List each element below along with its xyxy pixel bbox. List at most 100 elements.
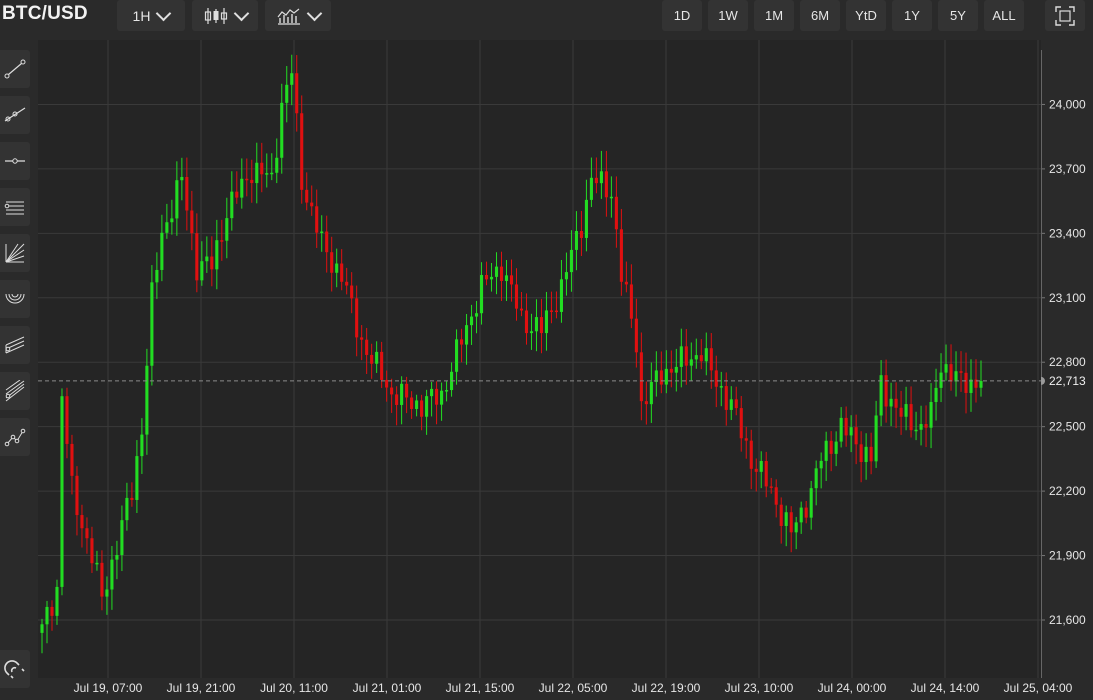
trend-line-tool[interactable] <box>0 50 30 88</box>
candle-body <box>509 275 514 285</box>
top-toolbar: BTC/USD 1H 1D 1W 1M 6M YtD 1Y 5Y ALL <box>0 0 1093 40</box>
candle-body <box>834 441 838 454</box>
candle-body <box>45 606 49 625</box>
candle-body <box>784 512 788 526</box>
price-axis: 21,600 21,900 22,200 22,500 22,800 23,100 23,4… <box>1037 40 1093 695</box>
candle-body <box>120 520 124 555</box>
arc-icon <box>5 293 25 304</box>
candle-body <box>185 176 189 211</box>
range-5y-button[interactable]: 5Y <box>938 0 978 31</box>
pitchfork-icon <box>5 336 25 354</box>
chevron-down-icon <box>233 5 249 21</box>
candle-body <box>335 263 339 273</box>
candle-body <box>390 387 394 395</box>
range-6m-button[interactable]: 6M <box>800 0 840 31</box>
candle-body <box>624 281 628 285</box>
candle-body <box>90 538 94 564</box>
candle-body <box>674 366 678 373</box>
y-tick-label: 22,800 <box>1049 355 1086 369</box>
range-ytd-button[interactable]: YtD <box>846 0 886 31</box>
candle-body <box>839 417 843 442</box>
candlestick-chart[interactable] <box>38 40 1041 678</box>
candle-body <box>919 424 923 430</box>
range-1d-button[interactable]: 1D <box>662 0 702 31</box>
symbol-title: BTC/USD <box>2 3 88 24</box>
candle-body <box>949 364 953 382</box>
candle-body <box>669 368 673 373</box>
candle-body <box>255 162 259 184</box>
candle-body <box>95 562 99 565</box>
horizontal-line-tool[interactable] <box>0 142 30 180</box>
candle-body <box>295 73 299 114</box>
range-1m-button[interactable]: 1M <box>754 0 794 31</box>
arc-tool[interactable] <box>0 280 30 318</box>
candle-body <box>629 284 633 319</box>
fib-channel-tool[interactable] <box>0 372 30 410</box>
candle-body <box>759 461 763 472</box>
path-tool[interactable] <box>0 418 30 456</box>
candle-body <box>764 461 768 487</box>
candle-body <box>754 468 758 472</box>
candle-body <box>554 310 559 313</box>
fib-channel-icon <box>5 380 25 402</box>
horizontal-line-icon <box>5 158 25 164</box>
candle-body <box>315 206 319 233</box>
candle-body <box>594 177 598 184</box>
candle-body <box>110 559 114 590</box>
candle-body <box>639 352 643 402</box>
range-all-button[interactable]: ALL <box>984 0 1024 31</box>
range-1y-button[interactable]: 1Y <box>892 0 932 31</box>
candle-body <box>474 313 479 317</box>
candle-body <box>694 355 698 360</box>
candlestick-icon <box>204 7 227 24</box>
y-tick-label: 23,100 <box>1049 291 1086 305</box>
candle-body <box>125 497 129 521</box>
candle-body <box>455 339 459 372</box>
candle-body <box>544 310 549 334</box>
candle-body <box>954 371 958 382</box>
interval-dropdown[interactable]: 1H <box>117 0 185 31</box>
pitchfork-tool[interactable] <box>0 326 30 364</box>
candle-body <box>569 249 573 273</box>
chart-style-dropdown[interactable] <box>192 0 258 31</box>
candle-body <box>564 272 568 280</box>
candle-body <box>105 589 109 597</box>
fan-tool[interactable] <box>0 234 30 272</box>
candle-body <box>864 446 868 463</box>
candle-body <box>430 388 434 397</box>
x-tick-label: Jul 20, 11:00 <box>260 681 328 695</box>
candle-body <box>220 240 224 242</box>
magnet-tool[interactable] <box>0 650 30 688</box>
fullscreen-button[interactable] <box>1045 0 1085 31</box>
candle-body <box>330 252 334 273</box>
candle-body <box>435 388 439 405</box>
trend-line-icon <box>4 59 26 79</box>
candle-body <box>584 199 588 238</box>
candle-body <box>420 400 424 417</box>
candle-body <box>410 397 414 409</box>
chart-plot-area[interactable] <box>38 40 1041 678</box>
candle-body <box>280 102 284 158</box>
ray-tool[interactable] <box>0 96 30 134</box>
candle-body <box>614 196 618 230</box>
candle-body <box>85 528 89 539</box>
candle-body <box>524 310 529 334</box>
candle-body <box>964 372 968 393</box>
candle-body <box>709 348 713 371</box>
candle-body <box>50 606 54 616</box>
candle-body <box>260 162 264 175</box>
x-tick-label: Jul 21, 01:00 <box>353 681 422 695</box>
candle-body <box>499 266 504 281</box>
candle-body <box>889 398 893 407</box>
parallel-channel-tool[interactable] <box>0 188 30 226</box>
range-1w-button[interactable]: 1W <box>708 0 748 31</box>
y-tick-label: 21,600 <box>1049 613 1086 627</box>
x-tick-label: Jul 23, 10:00 <box>725 681 794 695</box>
candle-body <box>929 402 933 428</box>
candle-body <box>80 515 84 529</box>
indicators-dropdown[interactable] <box>265 0 331 31</box>
candle-body <box>130 497 134 500</box>
candle-body <box>734 399 738 409</box>
candle-body <box>519 308 524 311</box>
candle-body <box>934 387 938 403</box>
